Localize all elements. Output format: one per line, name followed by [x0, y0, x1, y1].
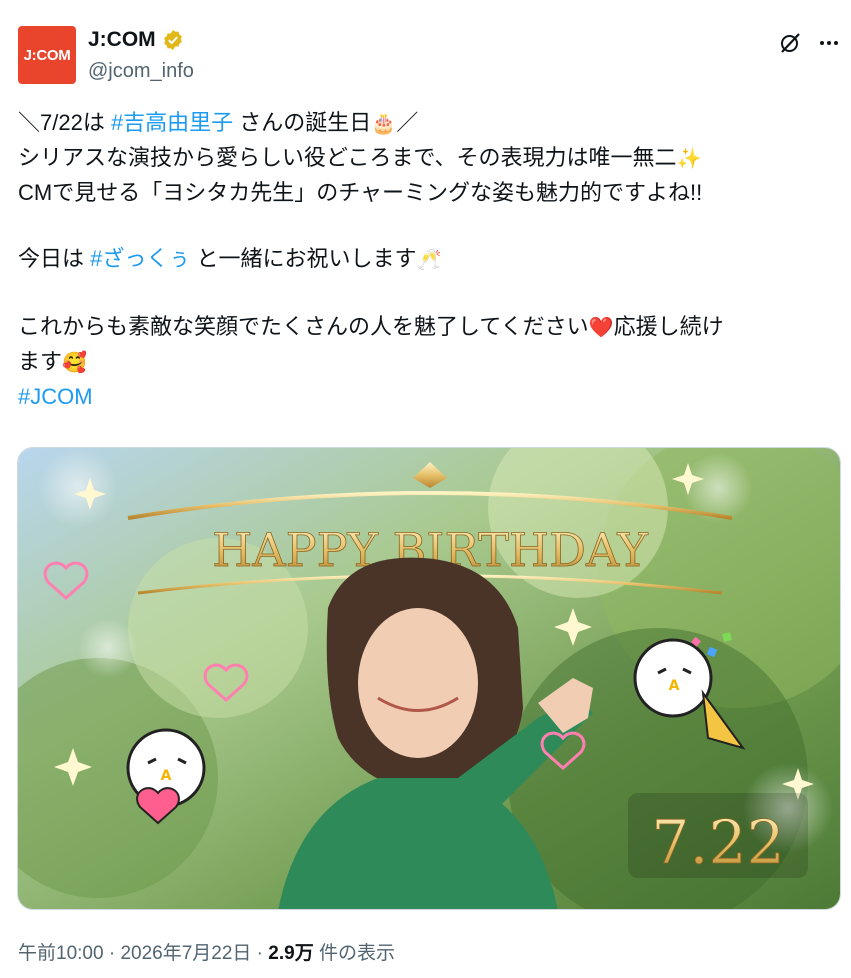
grok-button[interactable]: [775, 28, 805, 58]
text-line-9: #JCOM: [18, 380, 833, 413]
date: 2026年7月22日: [120, 943, 252, 964]
cake-emoji-icon: 🎂: [371, 113, 397, 135]
time: 午前10:00: [18, 943, 104, 964]
author-block: J:COM @jcom_info: [88, 28, 194, 83]
text-segment: と一緒にお祝いします: [190, 246, 417, 271]
text-line-8: ます🥰: [18, 345, 833, 380]
text-segment: 今日は: [18, 246, 91, 271]
tweet-meta: 午前10:00 · 2026年7月22日 · 2.9万 件の表示: [18, 938, 395, 965]
hashtag-zakku[interactable]: #ざっくぅ: [90, 246, 190, 271]
tweet-text: ＼7/22は #吉高由里子 さんの誕生日🎂／ シリアスな演技から愛らしい役どころ…: [18, 106, 833, 413]
tweet: J:COM J:COM @jcom_info ＼7/22は #吉高由里子 さんの…: [0, 0, 851, 978]
text-segment: 応援し続け: [613, 314, 724, 339]
grok-slash-icon: [781, 33, 800, 53]
svg-text:A: A: [669, 678, 680, 694]
text-blank-line: [18, 277, 833, 310]
text-segment: ／: [396, 110, 419, 135]
views-count: 2.9万: [268, 943, 314, 964]
smiling-hearts-emoji-icon: 🥰: [62, 352, 87, 374]
text-line-1: ＼7/22は #吉高由里子 さんの誕生日🎂／: [18, 106, 833, 141]
text-segment: ＼7/22は: [18, 110, 111, 135]
sparkles-emoji-icon: ✨: [676, 148, 702, 170]
red-heart-emoji-icon: ❤️: [588, 317, 614, 339]
date-text: 7.22: [651, 808, 785, 878]
name-row: J:COM: [88, 28, 194, 52]
text-line-2: シリアスな演技から愛らしい役どころまで、その表現力は唯一無二✨: [18, 141, 833, 176]
avatar[interactable]: J:COM: [18, 26, 76, 84]
more-button[interactable]: [814, 28, 844, 58]
svg-text:A: A: [161, 768, 172, 784]
verified-badge-icon: [163, 30, 182, 50]
text-segment: さんの誕生日: [233, 110, 372, 135]
text-line-3: CMで見せる「ヨシタカ先生」のチャーミングな姿も魅力的ですよね!!: [18, 180, 703, 205]
separator: ·: [251, 943, 269, 964]
hashtag-yoshitaka[interactable]: #吉高由里子: [111, 110, 233, 135]
media-image[interactable]: HAPPY BIRTHDAY A A 7.22: [17, 447, 841, 910]
text-segment: ます: [18, 349, 63, 374]
hashtag-jcom[interactable]: #JCOM: [18, 384, 93, 409]
text-segment: シリアスな演技から愛らしい役どころまで、その表現力は唯一無二: [18, 145, 677, 170]
birthday-illustration: HAPPY BIRTHDAY A A 7.22: [18, 448, 840, 909]
clinking-glasses-emoji-icon: 🥂: [416, 249, 442, 271]
more-dots-icon: [820, 41, 838, 45]
text-line-5: 今日は #ざっくぅ と一緒にお祝いします🥂: [18, 242, 833, 277]
text-line-7: これからも素敵な笑顔でたくさんの人を魅了してください❤️応援し続け: [18, 310, 833, 345]
avatar-logo-text: J:COM: [23, 46, 71, 64]
views-label: 件の表示: [313, 943, 395, 964]
separator: ·: [103, 943, 121, 964]
display-name[interactable]: J:COM: [88, 28, 156, 52]
text-blank-line: [18, 209, 833, 242]
handle[interactable]: @jcom_info: [88, 60, 194, 83]
text-segment: これからも素敵な笑顔でたくさんの人を魅了してください: [18, 314, 589, 339]
timestamp-link[interactable]: 午前10:00 · 2026年7月22日: [18, 943, 251, 964]
